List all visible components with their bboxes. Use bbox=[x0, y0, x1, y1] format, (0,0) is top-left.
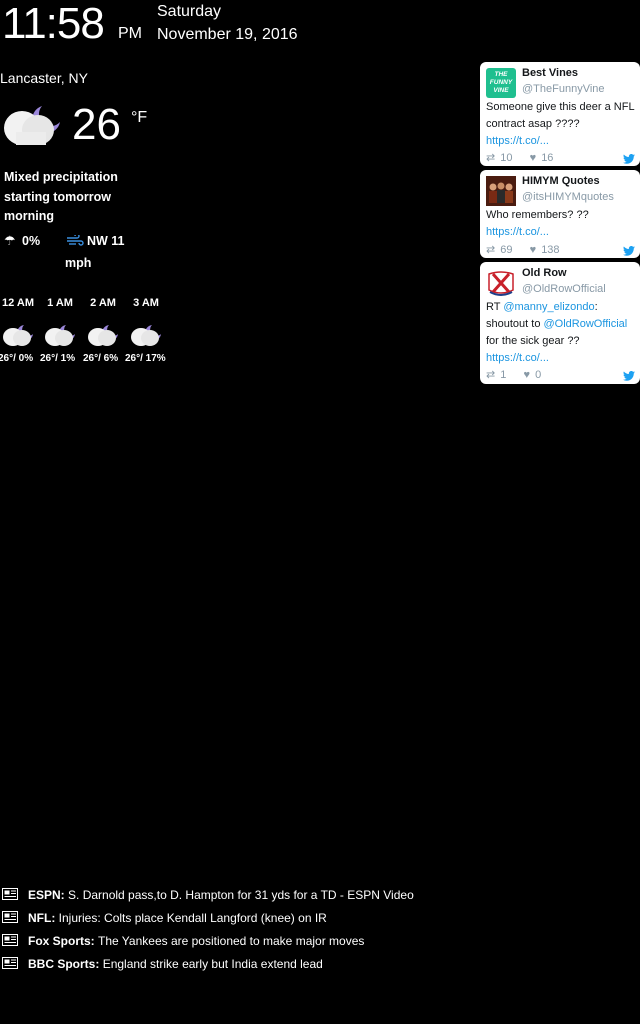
hour-temp-precip: 26°/ 0% bbox=[0, 353, 34, 364]
tweet-text: Who remembers? ?? https://t.co/... bbox=[486, 207, 636, 241]
tweet-body-prefix: RT bbox=[486, 301, 504, 313]
avatar bbox=[486, 176, 516, 206]
tweet-mention[interactable]: @manny_elizondo bbox=[503, 301, 594, 313]
tweet-link[interactable]: https://t.co/... bbox=[486, 226, 549, 238]
newspaper-icon bbox=[2, 957, 18, 969]
clock-date: November 19, 2016 bbox=[157, 26, 298, 43]
clock-day: Saturday bbox=[157, 3, 222, 20]
newspaper-icon bbox=[2, 911, 18, 923]
like-count: 16 bbox=[541, 152, 554, 164]
twitter-bird-icon bbox=[623, 154, 635, 164]
heart-icon[interactable]: ♥ bbox=[530, 152, 537, 164]
precip-chance: 0% bbox=[22, 234, 41, 248]
news-headline: S. Darnold pass,to D. Hampton for 31 yds… bbox=[68, 888, 414, 902]
newspaper-icon bbox=[2, 888, 18, 900]
clock-time: 11:58 bbox=[2, 0, 105, 48]
clock-ampm: PM bbox=[118, 25, 142, 42]
hour-temp-precip: 26°/ 17% bbox=[125, 353, 166, 364]
like-count: 138 bbox=[541, 244, 560, 256]
group-photo-icon bbox=[486, 176, 516, 206]
avatar: THE FUNNY VINE bbox=[486, 68, 516, 98]
hour-temp-precip: 26°/ 1% bbox=[40, 353, 76, 364]
news-line: Fox Sports: The Yankees are positioned t… bbox=[28, 934, 364, 948]
tweet-author-name[interactable]: HIMYM Quotes bbox=[522, 175, 600, 187]
retweet-icon[interactable]: ⇄ bbox=[486, 368, 495, 381]
tweet-author-name[interactable]: Old Row bbox=[522, 267, 567, 279]
weather-details: ☂ 0% NW 11 mph bbox=[4, 233, 144, 275]
partly-cloudy-night-icon bbox=[131, 325, 161, 346]
heart-icon[interactable]: ♥ bbox=[530, 244, 537, 256]
news-line: BBC Sports: England strike early but Ind… bbox=[28, 957, 323, 971]
twitter-bird-icon bbox=[623, 246, 635, 256]
weather-summary: Mixed precipitation starting tomorrow mo… bbox=[4, 170, 118, 223]
tweet-card[interactable]: THE FUNNY VINE Best Vines @TheFunnyVine … bbox=[480, 62, 640, 166]
hour-label: 1 AM bbox=[47, 297, 73, 309]
tweet-stats: ⇄ 1 ♥ 0 bbox=[486, 368, 541, 381]
partly-cloudy-night-icon bbox=[88, 325, 118, 346]
umbrella-icon: ☂ bbox=[4, 233, 16, 248]
retweet-icon[interactable]: ⇄ bbox=[486, 243, 495, 256]
wind-unit: mph bbox=[65, 256, 92, 270]
hour-label: 3 AM bbox=[133, 297, 159, 309]
tweet-card[interactable]: Old Row @OldRowOfficial RT @manny_elizon… bbox=[480, 262, 640, 384]
partly-cloudy-night-icon bbox=[3, 325, 33, 346]
twitter-bird-icon bbox=[623, 371, 635, 381]
current-temperature: 26 bbox=[72, 100, 121, 149]
news-source: BBC Sports: bbox=[28, 957, 100, 971]
tweet-stats: ⇄ 69 ♥ 138 bbox=[486, 243, 560, 256]
old-row-logo-icon bbox=[488, 271, 514, 296]
hourly-forecast-item: 2 AM 26°/ 6% bbox=[83, 297, 123, 364]
partly-cloudy-night-icon bbox=[4, 106, 60, 145]
like-count: 0 bbox=[535, 369, 542, 381]
tweet-author-name[interactable]: Best Vines bbox=[522, 67, 578, 79]
tweet-body: Someone give this deer a NFL contract as… bbox=[486, 101, 635, 130]
news-headline: Injuries: Colts place Kendall Langford (… bbox=[58, 911, 327, 925]
hourly-forecast-item: 3 AM 26°/ 17% bbox=[125, 297, 167, 364]
weather-location: Lancaster, NY bbox=[0, 70, 88, 86]
clock-widget: 11:58 PM Saturday November 19, 2016 bbox=[0, 0, 320, 56]
tweet-text: RT @manny_elizondo: shoutout to @OldRowO… bbox=[486, 299, 636, 367]
tweet-text: Someone give this deer a NFL contract as… bbox=[486, 99, 636, 150]
tweet-author-handle[interactable]: @OldRowOfficial bbox=[522, 283, 606, 295]
retweet-count: 1 bbox=[500, 369, 507, 381]
hour-label: 2 AM bbox=[90, 297, 116, 309]
news-headline: England strike early but India extend le… bbox=[102, 957, 323, 971]
partly-cloudy-night-icon bbox=[45, 325, 75, 346]
newspaper-icon bbox=[2, 934, 18, 946]
wind-speed: NW 11 bbox=[87, 234, 125, 248]
retweet-count: 69 bbox=[500, 244, 513, 256]
news-headline: The Yankees are positioned to make major… bbox=[98, 934, 365, 948]
tweet-body-suffix: for the sick gear ?? bbox=[486, 335, 580, 347]
tweet-body: Who remembers? ?? bbox=[486, 209, 589, 221]
retweet-count: 10 bbox=[500, 152, 513, 164]
news-source: NFL: bbox=[28, 911, 56, 925]
tweet-card[interactable]: HIMYM Quotes @itsHIMYMquotes Who remembe… bbox=[480, 170, 640, 258]
wind-icon bbox=[67, 235, 84, 246]
tweet-stats: ⇄ 10 ♥ 16 bbox=[486, 151, 553, 164]
news-source: Fox Sports: bbox=[28, 934, 95, 948]
tweet-link[interactable]: https://t.co/... bbox=[486, 135, 549, 147]
news-line: NFL: Injuries: Colts place Kendall Langf… bbox=[28, 911, 327, 925]
avatar-text: THE bbox=[494, 71, 508, 78]
hourly-forecast-item: 1 AM 26°/ 1% bbox=[40, 297, 80, 364]
tweet-link[interactable]: https://t.co/... bbox=[486, 352, 549, 364]
heart-icon[interactable]: ♥ bbox=[523, 369, 530, 381]
news-line: ESPN: S. Darnold pass,to D. Hampton for … bbox=[28, 888, 414, 902]
tweet-author-handle[interactable]: @TheFunnyVine bbox=[522, 83, 605, 95]
temperature-unit: °F bbox=[131, 109, 148, 126]
retweet-icon[interactable]: ⇄ bbox=[486, 151, 495, 164]
avatar-text: VINE bbox=[493, 87, 509, 94]
tweet-mention[interactable]: @OldRowOfficial bbox=[544, 318, 628, 330]
hourly-forecast-item: 12 AM 26°/ 0% bbox=[0, 297, 38, 364]
tweet-author-handle[interactable]: @itsHIMYMquotes bbox=[522, 191, 614, 203]
hour-temp-precip: 26°/ 6% bbox=[83, 353, 119, 364]
avatar-text: FUNNY bbox=[489, 79, 513, 86]
news-source: ESPN: bbox=[28, 888, 65, 902]
hour-label: 12 AM bbox=[2, 297, 34, 309]
avatar bbox=[486, 268, 516, 298]
